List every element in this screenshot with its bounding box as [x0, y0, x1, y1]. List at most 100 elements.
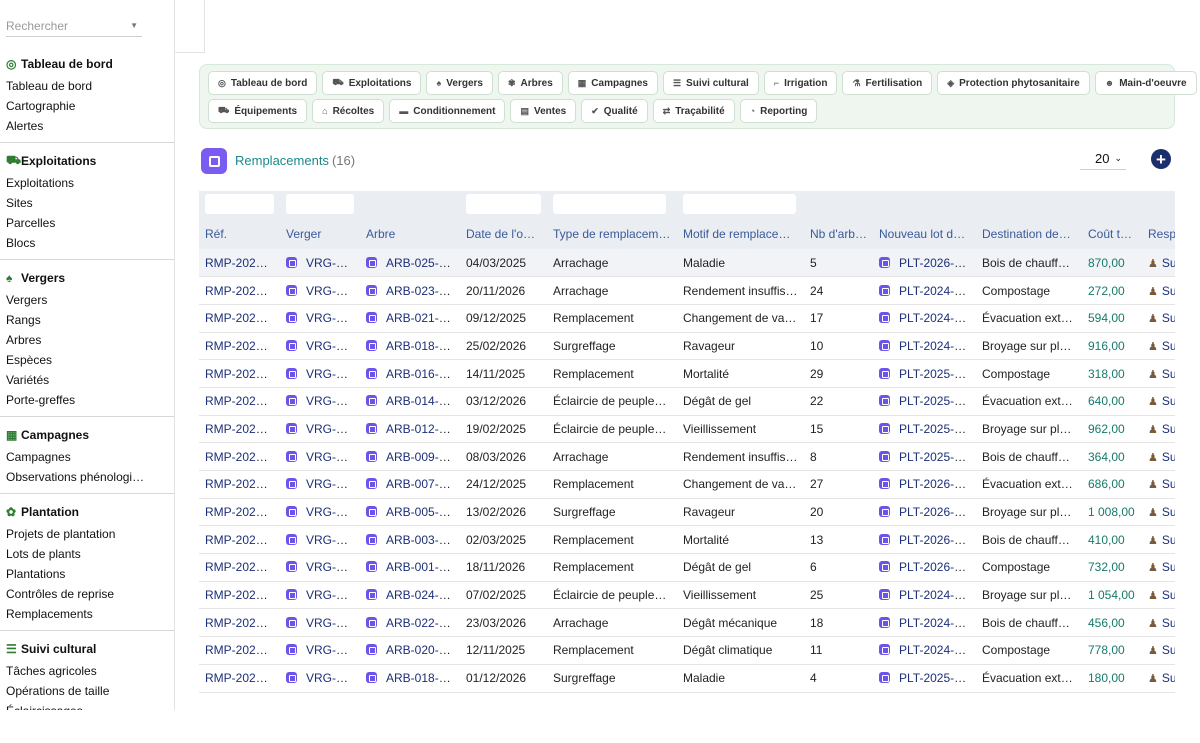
record-link[interactable]: VRG-015	[306, 256, 356, 270]
record-link[interactable]: PLT-2025-002	[899, 367, 974, 381]
column-header[interactable]: Nb d'arbres	[804, 219, 873, 249]
record-link[interactable]: ARB-016-015	[386, 367, 459, 381]
record-link[interactable]: VRG-021	[306, 643, 356, 657]
nav-button[interactable]: ☻ Main-d'oeuvre	[1094, 71, 1197, 95]
nav-button[interactable]: ⇄ Traçabilité	[652, 99, 735, 123]
nav-button[interactable]: ◔ Reporting	[739, 99, 818, 123]
table-row[interactable]: RMP-2026-01 VRG-014 ARB-018-004 01/12/2026 S…	[199, 664, 1175, 693]
ref-link[interactable]: RMP-2026-01	[205, 671, 280, 685]
record-link[interactable]: VRG-004	[306, 505, 356, 519]
column-header[interactable]: Verger	[280, 219, 360, 249]
ref-link[interactable]: RMP-2026-06	[205, 533, 280, 547]
record-link[interactable]: ARB-014-010	[386, 394, 459, 408]
column-filter-input[interactable]	[553, 194, 666, 214]
nav-button[interactable]: ◈ Protection phytosanitaire	[937, 71, 1090, 95]
ref-link[interactable]: RMP-2026-14	[205, 311, 280, 325]
ref-link[interactable]: RMP-2026-02	[205, 643, 280, 657]
sidebar-item[interactable]: Cartographie	[0, 96, 150, 116]
record-link[interactable]: PLT-2025-002	[899, 671, 974, 685]
responsible-link[interactable]: Su	[1162, 588, 1175, 602]
table-row[interactable]: RMP-2026-11 VRG-006 ARB-014-010 03/12/2026 É…	[199, 387, 1175, 416]
nav-button[interactable]: ▤ Ventes	[510, 99, 577, 123]
ref-link[interactable]: RMP-2026-05	[205, 560, 280, 574]
responsible-link[interactable]: Su	[1162, 284, 1175, 298]
sidebar-item[interactable]: Lots de plants	[0, 544, 150, 564]
sidebar-item[interactable]: Sites	[0, 193, 150, 213]
sidebar-item[interactable]: Campagnes	[0, 447, 150, 467]
nav-button[interactable]: ⌐ Irrigation	[763, 71, 838, 95]
record-link[interactable]: VRG-006	[306, 394, 356, 408]
record-link[interactable]: ARB-025-013	[386, 256, 459, 270]
nav-button[interactable]: ✔ Qualité	[581, 99, 648, 123]
ref-link[interactable]: RMP-2026-07	[205, 505, 280, 519]
column-filter-input[interactable]	[683, 194, 796, 214]
table-row[interactable]: RMP-2026-14 VRG-001 ARB-021-003 09/12/2025 R…	[199, 304, 1175, 333]
record-link[interactable]: VRG-014	[306, 671, 356, 685]
ref-link[interactable]: RMP-2026-13	[205, 339, 280, 353]
record-link[interactable]: VRG-018	[306, 450, 356, 464]
chevron-down-icon[interactable]: ▼	[130, 21, 138, 30]
record-link[interactable]: ARB-018-020	[386, 339, 459, 353]
nav-button[interactable]: ▦ Campagnes	[567, 71, 658, 95]
nav-button[interactable]: ✾ Arbres	[497, 71, 563, 95]
sidebar-item[interactable]: Plantations	[0, 564, 150, 584]
nav-button[interactable]: ♠ Vergers	[426, 71, 493, 95]
record-link[interactable]: ARB-021-003	[386, 311, 459, 325]
column-header[interactable]: Arbre	[360, 219, 460, 249]
record-link[interactable]: PLT-2026-010	[899, 560, 974, 574]
responsible-link[interactable]: Su	[1162, 477, 1175, 491]
sidebar-item[interactable]: Opérations de taille	[0, 681, 150, 701]
sidebar-item[interactable]: Tâches agricoles	[0, 661, 150, 681]
record-link[interactable]: PLT-2024-003	[899, 284, 974, 298]
responsible-link[interactable]: Su	[1162, 616, 1175, 630]
sidebar-item[interactable]: Tableau de bord	[0, 76, 150, 96]
sidebar-item[interactable]: Vergers	[0, 290, 150, 310]
responsible-link[interactable]: Su	[1162, 671, 1175, 685]
nav-button[interactable]: ☰ Suivi cultural	[662, 71, 759, 95]
table-row[interactable]: RMP-2026-09 VRG-018 ARB-009-022 08/03/2026 A…	[199, 442, 1175, 471]
record-link[interactable]: VRG-002	[306, 616, 356, 630]
table-row[interactable]: RMP-2026-08 VRG-011 ARB-007-017 24/12/2025 R…	[199, 470, 1175, 499]
record-link[interactable]: ARB-003-007	[386, 533, 459, 547]
responsible-link[interactable]: Su	[1162, 339, 1175, 353]
responsible-link[interactable]: Su	[1162, 560, 1175, 574]
column-filter-input[interactable]	[466, 194, 541, 214]
nav-button[interactable]: ⛟ Exploitations	[322, 71, 422, 95]
sidebar-item[interactable]: Blocs	[0, 233, 150, 253]
record-link[interactable]: ARB-009-022	[386, 450, 459, 464]
nav-button[interactable]: ⚗ Fertilisation	[842, 71, 933, 95]
table-row[interactable]: RMP-2026-12 VRG-013 ARB-016-015 14/11/2025 R…	[199, 359, 1175, 388]
column-header[interactable]: Nouveau lot de …	[873, 219, 976, 249]
column-filter-input[interactable]	[205, 194, 274, 214]
responsible-link[interactable]: Su	[1162, 394, 1175, 408]
sidebar-item[interactable]: Contrôles de reprise	[0, 584, 150, 604]
table-row[interactable]: RMP-2026-04 VRG-009 ARB-024-019 07/02/2025 É…	[199, 581, 1175, 610]
record-link[interactable]: VRG-016	[306, 560, 356, 574]
record-link[interactable]: ARB-022-014	[386, 616, 459, 630]
responsible-link[interactable]: Su	[1162, 256, 1175, 270]
record-link[interactable]: VRG-001	[306, 311, 356, 325]
page-size-select[interactable]: 20 ⌄	[1080, 148, 1126, 170]
add-button[interactable]: +	[1151, 149, 1171, 169]
record-link[interactable]: ARB-012-005	[386, 422, 459, 436]
table-row[interactable]: RMP-2026-07 VRG-004 ARB-005-012 13/02/2026 S…	[199, 498, 1175, 527]
table-row[interactable]: RMP-2026-06 VRG-023 ARB-003-007 02/03/2025 R…	[199, 525, 1175, 555]
record-link[interactable]: PLT-2024-003	[899, 588, 974, 602]
ref-link[interactable]: RMP-2026-09	[205, 450, 280, 464]
sidebar-item[interactable]: Variétés	[0, 370, 150, 390]
record-link[interactable]: VRG-020	[306, 339, 356, 353]
table-row[interactable]: RMP-2026-05 VRG-016 ARB-001-002 18/11/2026 R…	[199, 553, 1175, 582]
nav-button[interactable]: ⌂ Récoltes	[312, 99, 385, 123]
nav-button[interactable]: ▬ Conditionnement	[389, 99, 506, 123]
table-row[interactable]: RMP-2026-13 VRG-020 ARB-018-020 25/02/2026 S…	[199, 332, 1175, 361]
table-row[interactable]: RMP-2026-02 VRG-021 ARB-020-009 12/11/2025 R…	[199, 636, 1175, 665]
responsible-link[interactable]: Su	[1162, 311, 1175, 325]
sidebar-item[interactable]: Éclaircissages	[0, 701, 150, 710]
record-link[interactable]: PLT-2025-005	[899, 394, 974, 408]
record-link[interactable]: ARB-007-017	[386, 477, 459, 491]
responsible-link[interactable]: Su	[1162, 367, 1175, 381]
ref-link[interactable]: RMP-2026-04	[205, 588, 280, 602]
record-link[interactable]: VRG-011	[306, 477, 355, 491]
record-link[interactable]: PLT-2024-009	[899, 643, 974, 657]
record-link[interactable]: PLT-2026-004	[899, 505, 974, 519]
